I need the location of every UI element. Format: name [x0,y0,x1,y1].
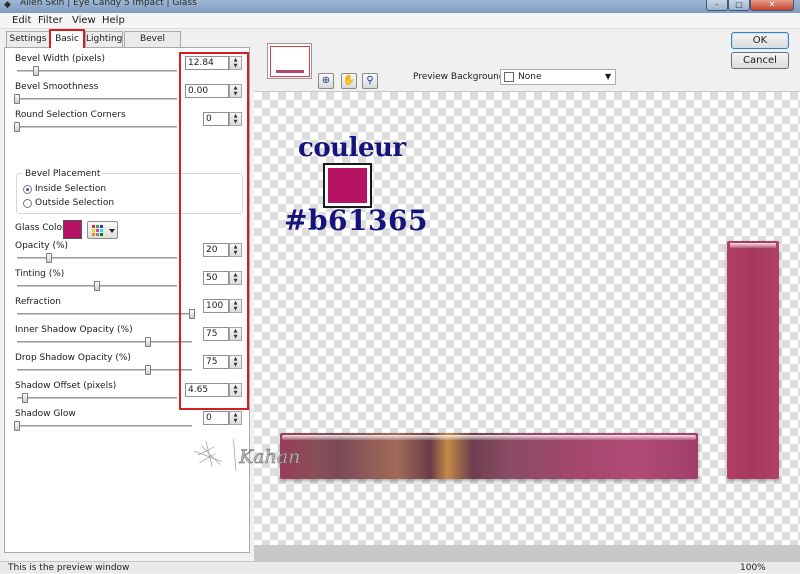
inner-shadow-opacity-spinner[interactable]: ▲ ▼ [229,327,242,341]
navigator-thumbnail-bar [276,70,304,73]
shadow-glow-slider[interactable] [14,421,20,431]
refraction-input[interactable]: 100 [203,299,229,313]
chevron-down-icon [109,229,115,233]
bevel-smoothness-spinner[interactable]: ▲ ▼ [229,84,242,98]
annotation-color-swatch [323,163,372,208]
status-text: This is the preview window [8,563,130,573]
opacity-track [17,257,177,259]
opacity-label: Opacity (%) [15,241,69,251]
minimize-button[interactable]: – [706,0,728,11]
outside-selection-radio[interactable] [23,199,32,208]
signature-watermark: Kahan [193,439,301,471]
tab-bevel-profile[interactable]: Bevel Profile [124,31,181,58]
preview-background-value: None [518,72,542,82]
shadow-glow-label: Shadow Glow [15,409,76,419]
chevron-down-icon: ▼ [605,72,612,81]
preview-background-select[interactable]: None ▼ [500,69,616,85]
glass-color-label: Glass Color [15,223,66,233]
opacity-input[interactable]: 20 [203,243,229,257]
inner-shadow-opacity-slider[interactable] [145,337,152,347]
opacity-spinner[interactable]: ▲ ▼ [229,243,242,257]
menu-edit[interactable]: Edit [12,15,31,27]
annotation-hex-code: #b61365 [284,204,428,237]
round-corners-spinner[interactable]: ▲ ▼ [229,112,242,126]
maximize-button[interactable]: □ [728,0,750,11]
outside-selection-label[interactable]: Outside Selection [35,198,114,209]
magnifier-icon[interactable]: ⚲ [362,73,378,89]
title-bar: ◆ Alien Skin | Eye Candy 5 Impact | Glas… [0,0,800,13]
close-button[interactable]: ✕ [750,0,794,11]
shadow-offset-label: Shadow Offset (pixels) [15,381,117,391]
inside-selection-label[interactable]: Inside Selection [35,184,106,195]
bevel-width-spinner[interactable]: ▲ ▼ [229,56,242,70]
opacity-slider[interactable] [46,253,52,263]
inner-shadow-opacity-label: Inner Shadow Opacity (%) [15,325,133,335]
round-corners-track [17,126,177,128]
inner-shadow-opacity-track [17,341,192,343]
shadow-offset-track [17,397,177,399]
tab-basic[interactable]: Basic [49,29,85,48]
shadow-offset-spinner[interactable]: ▲ ▼ [229,383,242,397]
round-corners-slider[interactable] [14,122,20,132]
zoom-level: 100% [740,563,766,573]
shadow-glow-input[interactable]: 0 [203,411,229,425]
glass-color-swatch[interactable] [63,220,82,239]
cancel-button[interactable]: Cancel [731,52,789,69]
preview-scroll-area [254,545,800,561]
bevel-width-slider[interactable] [33,66,40,76]
menu-filter[interactable]: Filter [38,15,63,27]
menu-view[interactable]: View [72,15,96,27]
glass-bar-vertical [727,241,779,479]
tinting-label: Tinting (%) [15,269,65,279]
bevel-width-input[interactable]: 12.84 [185,56,229,70]
annotation-color-fill [328,168,367,203]
palette-icon [92,225,115,236]
menu-bar: Edit Filter View Help [0,13,800,29]
refraction-track [17,313,192,315]
bevel-smoothness-input[interactable]: 0.00 [185,84,229,98]
app-icon: ◆ [4,0,11,10]
drop-shadow-opacity-slider[interactable] [145,365,152,375]
refraction-slider[interactable] [189,309,195,319]
color-none-icon [504,72,514,82]
shadow-glow-spinner[interactable]: ▲ ▼ [229,411,242,425]
signature-text: Kahan [238,446,300,468]
preview-navigator-thumbnail[interactable] [267,43,312,79]
tab-lighting[interactable]: Lighting [85,31,123,47]
shadow-offset-slider[interactable] [22,393,28,403]
shadow-offset-input[interactable]: 4.65 [185,383,229,397]
preview-background-label: Preview Background: [413,72,508,82]
drop-shadow-opacity-spinner[interactable]: ▲ ▼ [229,355,242,369]
drop-shadow-opacity-label: Drop Shadow Opacity (%) [15,353,131,363]
bevel-smoothness-slider[interactable] [14,94,20,104]
bevel-width-track [17,70,177,72]
refraction-spinner[interactable]: ▲ ▼ [229,299,242,313]
bevel-smoothness-track [17,98,177,100]
round-corners-label: Round Selection Corners [15,110,126,120]
refraction-label: Refraction [15,297,61,307]
bevel-width-label: Bevel Width (pixels) [15,54,105,64]
status-bar: This is the preview window 100% [0,561,800,573]
drop-shadow-opacity-input[interactable]: 75 [203,355,229,369]
tinting-input[interactable]: 50 [203,271,229,285]
tab-settings[interactable]: Settings [6,31,50,47]
hand-icon[interactable]: ✋ [341,73,357,89]
drop-shadow-opacity-track [17,369,192,371]
menu-help[interactable]: Help [102,15,125,27]
tinting-slider[interactable] [94,281,100,291]
round-corners-input[interactable]: 0 [203,112,229,126]
color-picker-button[interactable] [87,221,118,239]
inside-selection-radio[interactable] [23,185,32,194]
shadow-glow-track [17,425,192,427]
bevel-placement-label: Bevel Placement [23,169,103,180]
ok-button[interactable]: OK [731,32,789,49]
inner-shadow-opacity-input[interactable]: 75 [203,327,229,341]
window-title: Alien Skin | Eye Candy 5 Impact | Glass [20,0,197,8]
bevel-smoothness-label: Bevel Smoothness [15,82,99,92]
zoom-to-fit-icon[interactable]: ⊕ [318,73,334,89]
annotation-couleur: couleur [298,133,406,163]
tinting-spinner[interactable]: ▲ ▼ [229,271,242,285]
